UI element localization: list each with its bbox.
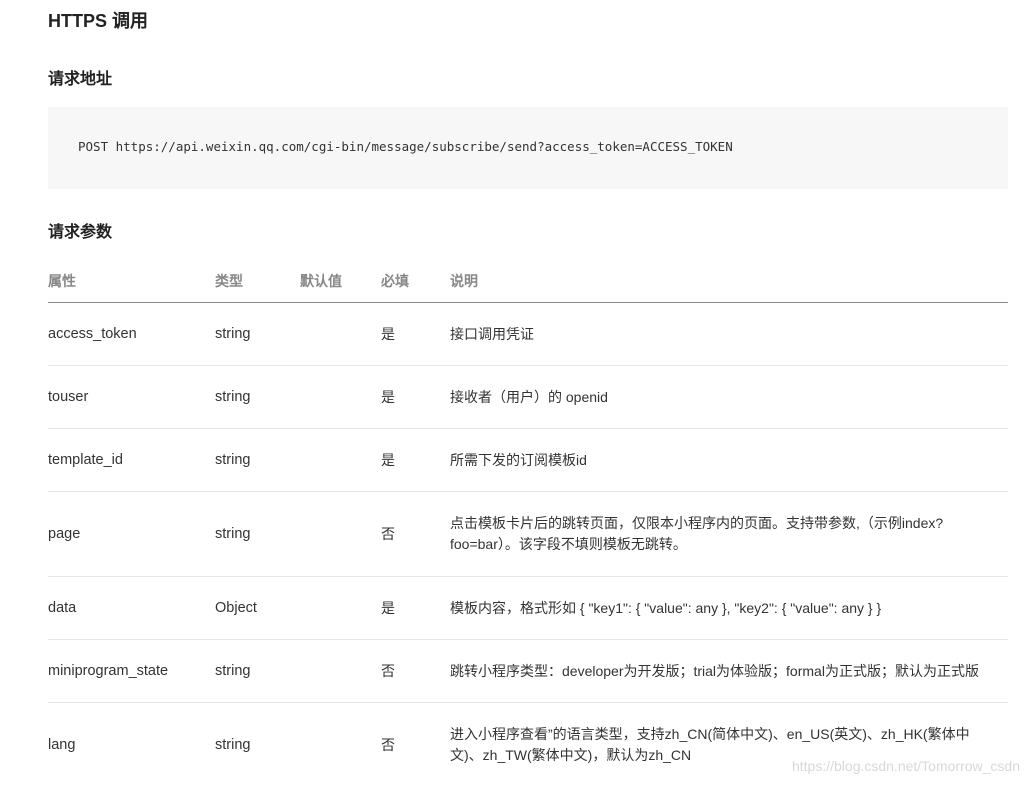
table-header-row: 属性 类型 默认值 必填 说明: [48, 260, 1008, 303]
request-url-code[interactable]: POST https://api.weixin.qq.com/cgi-bin/m…: [78, 138, 733, 156]
param-default: [300, 365, 381, 429]
param-type: string: [215, 365, 300, 429]
param-default: [300, 302, 381, 366]
param-type: string: [215, 639, 300, 703]
param-required: 否: [381, 639, 450, 703]
param-type: string: [215, 428, 300, 492]
param-default: [300, 702, 381, 786]
request-params-heading: 请求参数: [48, 224, 113, 241]
params-table: 属性 类型 默认值 必填 说明 access_token string 是 接口…: [48, 260, 1008, 786]
table-row: template_id string 是 所需下发的订阅模板id: [48, 428, 1008, 492]
param-name: template_id: [48, 428, 215, 492]
param-name: touser: [48, 365, 215, 429]
param-name: lang: [48, 702, 215, 786]
param-default: [300, 491, 381, 577]
param-type: string: [215, 702, 300, 786]
param-default: [300, 428, 381, 492]
param-default: [300, 576, 381, 640]
table-row: data Object 是 模板内容，格式形如 { "key1": { "val…: [48, 576, 1008, 640]
param-desc: 模板内容，格式形如 { "key1": { "value": any }, "k…: [450, 576, 1008, 640]
param-name: page: [48, 491, 215, 577]
param-required: 是: [381, 302, 450, 366]
param-desc: 跳转小程序类型：developer为开发版；trial为体验版；formal为正…: [450, 639, 1008, 703]
column-header-desc: 说明: [450, 260, 1008, 303]
param-desc: 接收者（用户）的 openid: [450, 365, 1008, 429]
table-row: touser string 是 接收者（用户）的 openid: [48, 365, 1008, 429]
param-desc: 点击模板卡片后的跳转页面，仅限本小程序内的页面。支持带参数,（示例index?f…: [450, 491, 1008, 577]
param-required: 是: [381, 365, 450, 429]
param-name: data: [48, 576, 215, 640]
param-type: Object: [215, 576, 300, 640]
param-required: 否: [381, 702, 450, 786]
param-required: 是: [381, 428, 450, 492]
param-name: miniprogram_state: [48, 639, 215, 703]
param-required: 是: [381, 576, 450, 640]
code-block: POST https://api.weixin.qq.com/cgi-bin/m…: [48, 107, 1008, 189]
watermark: https://blog.csdn.net/Tomorrow_csdn: [791, 758, 1020, 774]
param-default: [300, 639, 381, 703]
page-title: HTTPS 调用: [48, 11, 149, 31]
column-header-required: 必填: [381, 260, 450, 303]
table-row: page string 否 点击模板卡片后的跳转页面，仅限本小程序内的页面。支持…: [48, 491, 1008, 577]
request-url-heading: 请求地址: [48, 71, 113, 88]
column-header-attr: 属性: [48, 260, 215, 303]
param-type: string: [215, 491, 300, 577]
table-row: access_token string 是 接口调用凭证: [48, 302, 1008, 366]
param-type: string: [215, 302, 300, 366]
column-header-default: 默认值: [300, 260, 381, 303]
column-header-type: 类型: [215, 260, 300, 303]
table-row: miniprogram_state string 否 跳转小程序类型：devel…: [48, 639, 1008, 703]
param-desc-link[interactable]: 接口调用凭证: [450, 302, 1008, 366]
param-desc: 所需下发的订阅模板id: [450, 428, 1008, 492]
param-name: access_token: [48, 302, 215, 366]
param-required: 否: [381, 491, 450, 577]
